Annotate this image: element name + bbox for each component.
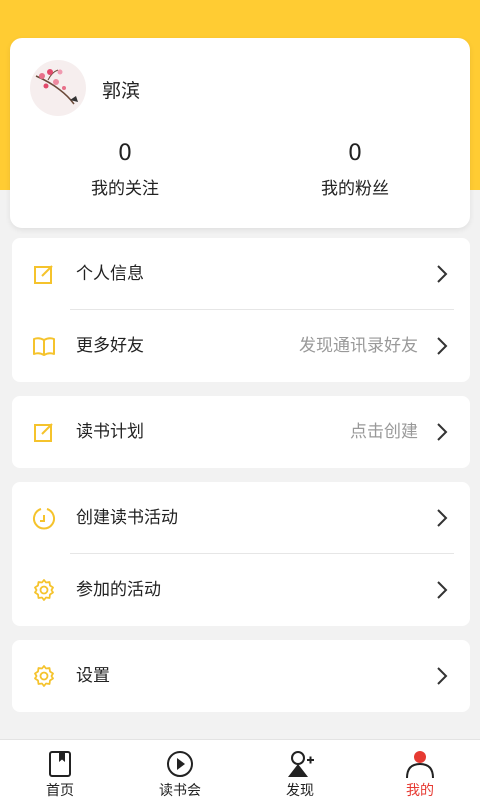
chevron-right-icon xyxy=(437,265,448,283)
tab-label: 我的 xyxy=(406,783,434,799)
followers-count: 0 xyxy=(348,141,362,166)
edit-icon xyxy=(34,265,53,284)
menu-hint: 发现通讯录好友 xyxy=(299,336,418,356)
tab-reading-club[interactable]: 读书会 xyxy=(120,740,240,801)
menu-item-reading-plan[interactable]: 读书计划 点击创建 xyxy=(12,396,470,468)
gear-icon xyxy=(34,579,54,601)
chevron-right-icon xyxy=(437,423,448,441)
menu-item-personal-info[interactable]: 个人信息 xyxy=(12,238,470,310)
bottom-tab-bar: 首页 读书会 发现 我的 xyxy=(0,739,480,801)
following-label: 我的关注 xyxy=(91,179,159,199)
edit-icon xyxy=(34,423,53,442)
menu-hint: 点击创建 xyxy=(350,422,418,442)
menu-label: 设置 xyxy=(76,666,110,686)
tab-home[interactable]: 首页 xyxy=(0,740,120,801)
tab-label: 首页 xyxy=(46,783,74,799)
avatar[interactable] xyxy=(30,60,86,116)
menu-item-create-activity[interactable]: 创建读书活动 xyxy=(12,482,470,554)
tab-mine[interactable]: 我的 xyxy=(360,740,480,801)
username: 郭滨 xyxy=(102,80,141,102)
menu-item-settings[interactable]: 设置 xyxy=(12,640,470,712)
chevron-right-icon xyxy=(437,581,448,599)
menu-label: 更多好友 xyxy=(76,336,144,356)
gear-icon xyxy=(34,665,54,687)
menu-label: 读书计划 xyxy=(76,422,144,442)
menu-label: 创建读书活动 xyxy=(76,508,178,528)
add-contact-icon xyxy=(288,751,314,777)
menu-card-settings: 设置 xyxy=(12,640,470,712)
menu-label: 个人信息 xyxy=(76,264,144,284)
tab-discover[interactable]: 发现 xyxy=(240,740,360,801)
chevron-right-icon xyxy=(437,509,448,527)
person-icon xyxy=(406,751,434,778)
profile-card: 郭滨 0 我的关注 0 我的粉丝 xyxy=(10,38,470,228)
menu-card-plan: 读书计划 点击创建 xyxy=(12,396,470,468)
following-stat[interactable]: 0 我的关注 xyxy=(10,140,240,199)
tab-label: 读书会 xyxy=(159,783,201,799)
following-count: 0 xyxy=(118,141,132,166)
play-icon xyxy=(167,751,193,777)
followers-stat[interactable]: 0 我的粉丝 xyxy=(240,140,470,199)
menu-card-activities: 创建读书活动 参加的活动 xyxy=(12,482,470,626)
book-icon xyxy=(49,751,71,777)
open-book-icon xyxy=(33,337,55,356)
chevron-right-icon xyxy=(437,337,448,355)
menu-item-joined-activities[interactable]: 参加的活动 xyxy=(12,554,470,626)
menu-item-more-friends[interactable]: 更多好友 发现通讯录好友 xyxy=(12,310,470,382)
timer-icon xyxy=(33,508,55,530)
menu-label: 参加的活动 xyxy=(76,580,161,600)
menu-card-profile: 个人信息 更多好友 发现通讯录好友 xyxy=(12,238,470,382)
followers-label: 我的粉丝 xyxy=(321,179,389,199)
plum-blossom-image xyxy=(35,69,78,105)
chevron-right-icon xyxy=(437,667,448,685)
tab-label: 发现 xyxy=(286,783,314,799)
